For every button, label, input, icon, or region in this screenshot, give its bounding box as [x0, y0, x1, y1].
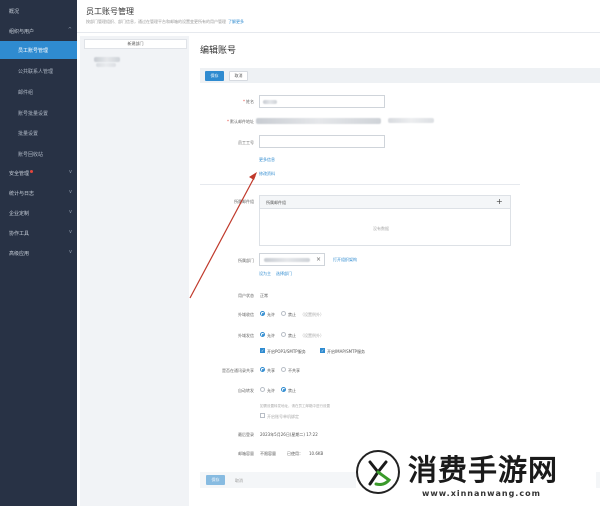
watermark-logo-icon [356, 450, 400, 494]
watermark-title: 消费手游网 [408, 453, 559, 487]
watermark-url: www.xinnanwang.com [422, 489, 541, 498]
annotation-arrow [189, 172, 257, 299]
